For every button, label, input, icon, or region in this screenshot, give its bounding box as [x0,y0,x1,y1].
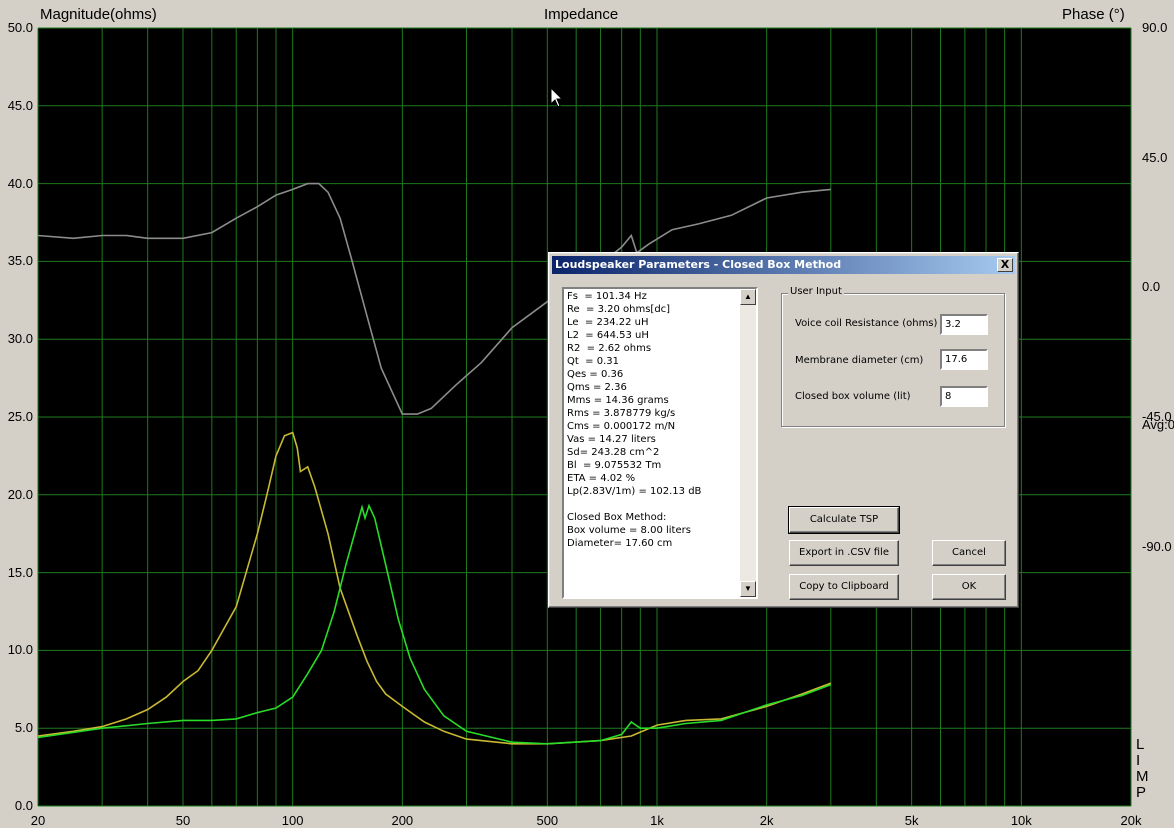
tsp-dialog: Loudspeaker Parameters - Closed Box Meth… [548,252,1019,608]
membrane-label: Membrane diameter (cm) [795,355,924,366]
calculate-tsp-button[interactable]: Calculate TSP [788,506,900,534]
side-letter-m[interactable]: M [1136,768,1149,785]
scroll-up-icon: ▲ [744,292,752,301]
close-icon: X [1000,258,1010,271]
chart-title: Impedance [544,6,619,23]
x-tick-label: 20 [30,813,46,828]
dialog-titlebar[interactable]: Loudspeaker Parameters - Closed Box Meth… [552,256,1015,274]
voice-coil-label: Voice coil Resistance (ohms) [795,318,938,329]
x-tick-label: 5k [904,813,919,828]
close-button[interactable]: X [997,258,1013,272]
left-tick-label: 50.0 [7,20,33,35]
user-input-group: User Input Voice coil Resistance (ohms) … [781,286,1005,427]
avg-label: Avg:0 [1142,417,1174,432]
x-tick-label: 50 [175,813,191,828]
left-tick-label: 15.0 [7,564,33,580]
results-text: Fs = 101.34 Hz Re = 3.20 ohms[dc] Le = 2… [567,291,702,549]
left-tick-label: 40.0 [7,175,33,191]
right-tick-label: -90.0 [1142,538,1172,554]
cancel-button[interactable]: Cancel [932,540,1006,566]
user-input-group-title: User Input [788,286,844,297]
copy-clipboard-button[interactable]: Copy to Clipboard [789,574,899,600]
x-tick-label: 500 [536,813,559,828]
right-tick-label: 90.0 [1142,20,1168,35]
x-tick-label: 100 [281,813,304,828]
dialog-title: Loudspeaker Parameters - Closed Box Meth… [555,258,842,271]
voice-coil-field[interactable]: 3.2 [940,314,988,335]
x-tick-label: 10k [1010,813,1032,828]
results-textbox[interactable]: Fs = 101.34 Hz Re = 3.20 ohms[dc] Le = 2… [562,287,758,599]
x-tick-label: 1k [650,813,664,828]
export-csv-button[interactable]: Export in .CSV file [789,540,899,566]
left-tick-label: 10.0 [7,642,33,658]
scroll-up-button[interactable]: ▲ [740,289,756,305]
left-tick-label: 25.0 [7,409,33,424]
right-tick-label: 0.0 [1142,279,1161,295]
left-tick-label: 5.0 [14,720,33,736]
left-tick-label: 45.0 [7,97,33,113]
right-tick-label: 45.0 [1142,149,1168,165]
membrane-field[interactable]: 17.6 [940,349,988,370]
x-tick-label: 200 [391,813,414,828]
ok-button[interactable]: OK [932,574,1006,600]
scroll-down-icon: ▼ [744,584,752,593]
left-tick-label: 35.0 [7,253,33,269]
box-volume-label: Closed box volume (lit) [795,391,911,402]
box-volume-field[interactable]: 8 [940,386,988,407]
left-tick-label: 0.0 [14,798,33,813]
right-axis-label: Phase (°) [1062,6,1125,23]
left-tick-label: 20.0 [7,486,33,502]
results-scrollbar[interactable]: ▲ ▼ [740,289,756,597]
x-tick-label: 20k [1120,813,1142,828]
left-tick-label: 30.0 [7,331,33,347]
scroll-down-button[interactable]: ▼ [740,581,756,597]
left-axis-label: Magnitude(ohms) [40,6,157,23]
x-tick-label: 2k [759,813,774,828]
side-letter-p[interactable]: P [1136,784,1146,801]
side-letter-i[interactable]: I [1136,752,1140,769]
side-letter-l[interactable]: L [1136,736,1144,753]
mouse-cursor-icon [551,88,563,108]
